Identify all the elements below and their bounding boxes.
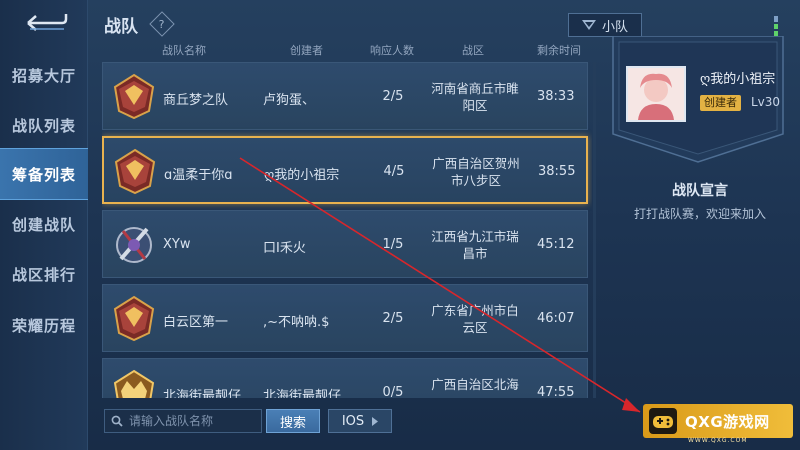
creator-name: 北海街最靓仔 [263, 389, 342, 398]
creator-level: Lv30 [751, 95, 781, 109]
sidebar: 招募大厅 战队列表 筹备列表 创建战队 战区排行 荣耀历程 [0, 0, 88, 450]
table-row[interactable]: 商丘梦之队 卢狗蛋、 2/5 河南省商丘市睢 阳区 38:33 [102, 62, 588, 130]
response-count: 0/5 [382, 385, 404, 398]
response-count: 4/5 [383, 164, 405, 179]
search-icon [111, 415, 123, 427]
table-row[interactable]: 北海街最靓仔 北海街最靓仔 0/5 广西自治区北海 47:55 [102, 358, 588, 398]
chevron-right-icon [372, 416, 379, 426]
zone: 广西自治区北海 [431, 377, 519, 392]
scrollbar[interactable] [593, 62, 596, 398]
team-name: 北海街最靓仔 [163, 389, 242, 398]
column-header-remaining-time: 剩余时间 [537, 44, 581, 57]
platform-label: IOS [341, 413, 365, 429]
game-screen: 招募大厅 战队列表 筹备列表 创建战队 战区排行 荣耀历程 战队 ? 小队 战队… [0, 0, 800, 450]
red-gold-emblem-icon [113, 73, 155, 120]
page-title: 战队 [104, 17, 138, 37]
remaining-time: 46:07 [537, 311, 575, 326]
red-gold-emblem-icon [114, 148, 156, 195]
search-button[interactable]: 搜索 [266, 409, 320, 433]
column-header-responses: 响应人数 [370, 44, 414, 57]
team-list: 商丘梦之队 卢狗蛋、 2/5 河南省商丘市睢 阳区 38:33 ɑ温柔于你ɑ ღ我… [102, 62, 592, 398]
column-header-creator: 创建者 [290, 44, 323, 57]
watermark-logo: QXG游戏网 [643, 404, 793, 438]
signal-icon [774, 16, 784, 36]
sidebar-item-label: 招募大厅 [11, 66, 76, 85]
remaining-time: 45:12 [537, 237, 575, 252]
help-glyph: ? [159, 17, 165, 31]
search-input[interactable] [129, 414, 259, 428]
back-arrow-icon [27, 14, 68, 31]
squad-button[interactable]: 小队 [568, 13, 642, 37]
sidebar-item-label: 荣耀历程 [11, 316, 76, 335]
squad-button-label: 小队 [601, 19, 628, 35]
response-count: 2/5 [382, 89, 404, 104]
zone: 广东省广州市白 云区 [431, 303, 519, 335]
sidebar-item-recruit-hall[interactable]: 招募大厅 [0, 49, 88, 101]
remaining-time: 38:33 [537, 89, 575, 104]
sidebar-item-label: 战区排行 [11, 265, 76, 284]
team-name: 白云区第一 [163, 315, 229, 330]
sidebar-item-label: 战队列表 [11, 116, 76, 135]
table-row-selected[interactable]: ɑ温柔于你ɑ ღ我的小祖宗 4/5 广西自治区贺州 市八步区 38:55 [102, 136, 588, 204]
gamepad-icon [649, 408, 677, 434]
table-row[interactable]: 白云区第一 ,~不呐呐.$ 2/5 广东省广州市白 云区 46:07 [102, 284, 588, 352]
silver-blade-emblem-icon [116, 227, 152, 263]
help-icon[interactable]: ? [149, 11, 175, 37]
team-name: 商丘梦之队 [163, 93, 229, 108]
team-name: ɑ温柔于你ɑ [164, 168, 233, 183]
column-header-team-name: 战队名称 [162, 44, 206, 57]
response-count: 2/5 [382, 311, 404, 326]
remaining-time: 38:55 [538, 164, 576, 179]
creator-name: ღ我的小祖宗 [264, 168, 340, 183]
sidebar-item-label: 创建战队 [11, 215, 76, 234]
zone: 河南省商丘市睢 阳区 [431, 81, 519, 113]
red-gold-emblem-icon [113, 295, 155, 342]
creator-profile-name: ღ我的小祖宗 [700, 72, 776, 87]
sidebar-item-team-list[interactable]: 战队列表 [0, 99, 88, 151]
team-name: XYw [163, 237, 191, 252]
watermark-url: WWW.QXG.COM [688, 437, 748, 444]
search-box [104, 409, 262, 433]
response-count: 1/5 [382, 237, 404, 252]
declaration-title: 战队宣言 [672, 183, 728, 199]
remaining-time: 47:55 [537, 385, 575, 398]
column-header-zone: 战区 [462, 44, 484, 57]
avatar[interactable] [626, 66, 686, 122]
table-row[interactable]: XYw 口I禾火 1/5 江西省九江市瑞 昌市 45:12 [102, 210, 588, 278]
back-button[interactable] [20, 10, 70, 36]
creator-name: 口I禾火 [263, 241, 306, 256]
sidebar-item-label: 筹备列表 [11, 165, 76, 184]
platform-button[interactable]: IOS [328, 409, 392, 433]
zone: 江西省九江市瑞 昌市 [431, 229, 519, 261]
sidebar-item-create-team[interactable]: 创建战队 [0, 198, 88, 250]
watermark-text: QXG游戏网 [685, 412, 770, 431]
sidebar-item-zone-ranking[interactable]: 战区排行 [0, 248, 88, 300]
avatar-portrait-icon [628, 68, 684, 120]
zone: 广西自治区贺州 市八步区 [432, 156, 520, 188]
declaration-text: 打打战队赛，欢迎来加入 [633, 207, 766, 221]
sidebar-item-preparation-list[interactable]: 筹备列表 [0, 148, 88, 200]
creator-name: ,~不呐呐.$ [263, 315, 330, 330]
creator-name: 卢狗蛋、 [263, 93, 316, 108]
gold-crown-emblem-icon [113, 369, 155, 398]
creator-badge: 创建者 [700, 95, 741, 111]
sidebar-item-glory-history[interactable]: 荣耀历程 [0, 299, 88, 351]
squad-icon [581, 20, 596, 30]
